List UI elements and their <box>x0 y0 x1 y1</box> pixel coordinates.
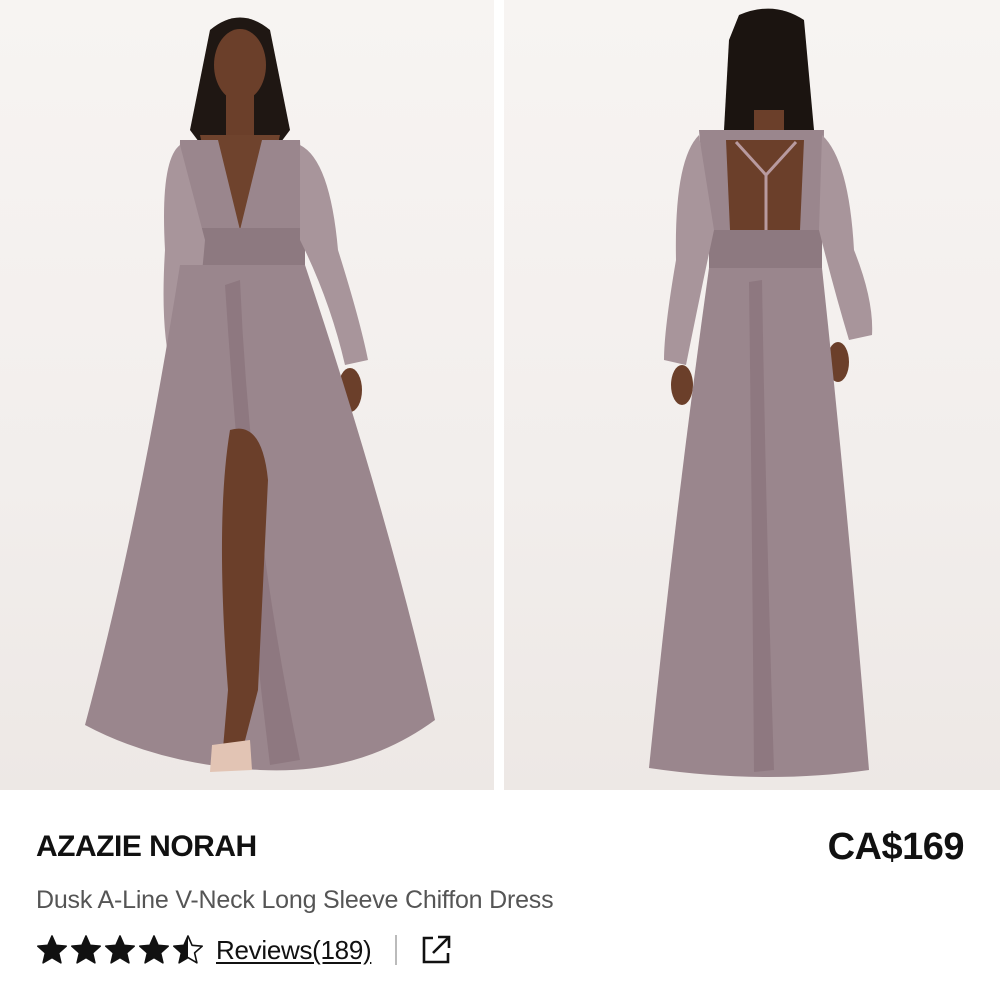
model-back-illustration <box>649 8 873 778</box>
external-link-icon[interactable] <box>419 933 453 967</box>
product-image-gallery <box>0 0 1000 790</box>
product-info-panel: AZAZIE NORAH CA$169 Dusk A-Line V-Neck L… <box>0 790 1000 1000</box>
divider <box>395 935 398 965</box>
rating-row: Reviews(189) <box>36 930 453 970</box>
star-icon <box>37 935 67 964</box>
model-front-illustration <box>85 17 435 772</box>
reviews-link[interactable]: Reviews(189) <box>216 935 372 966</box>
product-image-front[interactable] <box>0 0 494 790</box>
star-rating <box>36 934 204 966</box>
star-icon <box>173 935 203 964</box>
star-icon <box>139 935 169 964</box>
star-icon <box>71 935 101 964</box>
product-brand-name: AZAZIE NORAH <box>36 830 257 863</box>
product-subtitle: Dusk A-Line V-Neck Long Sleeve Chiffon D… <box>36 886 554 914</box>
star-icon <box>105 935 135 964</box>
product-image-back[interactable] <box>504 0 1000 790</box>
product-price: CA$169 <box>827 826 965 868</box>
